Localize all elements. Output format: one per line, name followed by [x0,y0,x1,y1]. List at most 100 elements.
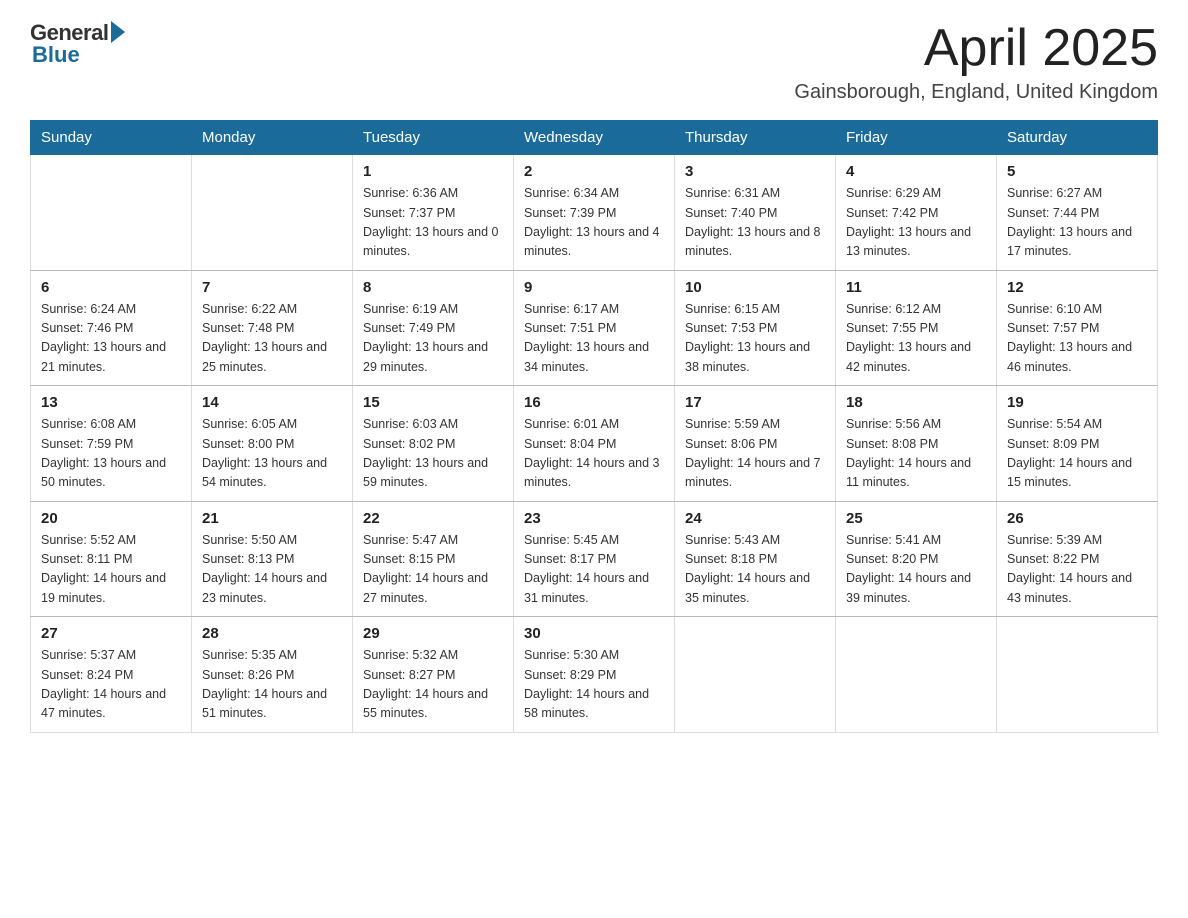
calendar-cell: 30 Sunrise: 5:30 AM Sunset: 8:29 PM Dayli… [514,617,675,733]
day-info: Sunrise: 5:43 AM Sunset: 8:18 PM Dayligh… [685,531,825,609]
calendar-cell: 26 Sunrise: 5:39 AM Sunset: 8:22 PM Dayli… [997,501,1158,617]
logo: General Blue [30,20,125,68]
day-info: Sunrise: 5:52 AM Sunset: 8:11 PM Dayligh… [41,531,181,609]
header-friday: Friday [836,121,997,155]
header-tuesday: Tuesday [353,121,514,155]
calendar-cell [192,155,353,271]
day-info: Sunrise: 6:27 AM Sunset: 7:44 PM Dayligh… [1007,184,1147,262]
day-info: Sunrise: 6:05 AM Sunset: 8:00 PM Dayligh… [202,415,342,493]
day-number: 28 [202,625,342,642]
day-info: Sunrise: 5:39 AM Sunset: 8:22 PM Dayligh… [1007,531,1147,609]
day-number: 12 [1007,279,1147,296]
day-number: 23 [524,510,664,527]
calendar-cell: 6 Sunrise: 6:24 AM Sunset: 7:46 PM Daylig… [31,270,192,386]
day-number: 7 [202,279,342,296]
calendar-cell: 14 Sunrise: 6:05 AM Sunset: 8:00 PM Dayli… [192,386,353,502]
day-info: Sunrise: 6:15 AM Sunset: 7:53 PM Dayligh… [685,300,825,378]
day-number: 9 [524,279,664,296]
day-number: 30 [524,625,664,642]
calendar-cell: 15 Sunrise: 6:03 AM Sunset: 8:02 PM Dayli… [353,386,514,502]
day-number: 20 [41,510,181,527]
calendar-cell [836,617,997,733]
month-title: April 2025 [794,20,1158,77]
day-number: 4 [846,163,986,180]
calendar-cell: 18 Sunrise: 5:56 AM Sunset: 8:08 PM Dayli… [836,386,997,502]
calendar-table: SundayMondayTuesdayWednesdayThursdayFrid… [30,120,1158,733]
day-info: Sunrise: 6:24 AM Sunset: 7:46 PM Dayligh… [41,300,181,378]
calendar-cell: 28Sunrise: 5:35 AM Sunset: 8:26 PM Dayli… [192,617,353,733]
day-number: 27 [41,625,181,642]
header-monday: Monday [192,121,353,155]
day-info: Sunrise: 6:17 AM Sunset: 7:51 PM Dayligh… [524,300,664,378]
day-number: 11 [846,279,986,296]
calendar-cell: 17 Sunrise: 5:59 AM Sunset: 8:06 PM Dayli… [675,386,836,502]
calendar-week-row: 20 Sunrise: 5:52 AM Sunset: 8:11 PM Dayli… [31,501,1158,617]
header-saturday: Saturday [997,121,1158,155]
calendar-header-row: SundayMondayTuesdayWednesdayThursdayFrid… [31,121,1158,155]
day-info: Sunrise: 5:45 AM Sunset: 8:17 PM Dayligh… [524,531,664,609]
calendar-cell: 27 Sunrise: 5:37 AM Sunset: 8:24 PM Dayli… [31,617,192,733]
day-number: 3 [685,163,825,180]
calendar-cell: 13Sunrise: 6:08 AM Sunset: 7:59 PM Dayli… [31,386,192,502]
day-info: Sunrise: 5:41 AM Sunset: 8:20 PM Dayligh… [846,531,986,609]
calendar-cell [31,155,192,271]
day-number: 2 [524,163,664,180]
calendar-cell [675,617,836,733]
day-number: 18 [846,394,986,411]
calendar-cell: 25 Sunrise: 5:41 AM Sunset: 8:20 PM Dayli… [836,501,997,617]
day-info: Sunrise: 6:34 AM Sunset: 7:39 PM Dayligh… [524,184,664,262]
day-number: 24 [685,510,825,527]
calendar-cell: 23 Sunrise: 5:45 AM Sunset: 8:17 PM Dayli… [514,501,675,617]
day-number: 25 [846,510,986,527]
day-info: Sunrise: 6:29 AM Sunset: 7:42 PM Dayligh… [846,184,986,262]
location-title: Gainsborough, England, United Kingdom [794,81,1158,104]
day-number: 6 [41,279,181,296]
calendar-cell: 12 Sunrise: 6:10 AM Sunset: 7:57 PM Dayli… [997,270,1158,386]
day-number: 21 [202,510,342,527]
day-number: 29 [363,625,503,642]
calendar-cell: 21 Sunrise: 5:50 AM Sunset: 8:13 PM Dayli… [192,501,353,617]
calendar-cell: 1 Sunrise: 6:36 AM Sunset: 7:37 PM Daylig… [353,155,514,271]
calendar-cell: 10Sunrise: 6:15 AM Sunset: 7:53 PM Dayli… [675,270,836,386]
calendar-week-row: 27 Sunrise: 5:37 AM Sunset: 8:24 PM Dayli… [31,617,1158,733]
calendar-cell: 19Sunrise: 5:54 AM Sunset: 8:09 PM Dayli… [997,386,1158,502]
day-number: 1 [363,163,503,180]
day-info: Sunrise: 6:10 AM Sunset: 7:57 PM Dayligh… [1007,300,1147,378]
calendar-cell: 29 Sunrise: 5:32 AM Sunset: 8:27 PM Dayli… [353,617,514,733]
day-info: Sunrise: 5:37 AM Sunset: 8:24 PM Dayligh… [41,646,181,724]
day-info: Sunrise: 5:56 AM Sunset: 8:08 PM Dayligh… [846,415,986,493]
day-info: Sunrise: 6:01 AM Sunset: 8:04 PM Dayligh… [524,415,664,493]
page-header: General Blue April 2025 Gainsborough, En… [30,20,1158,104]
day-info: Sunrise: 6:31 AM Sunset: 7:40 PM Dayligh… [685,184,825,262]
day-number: 19 [1007,394,1147,411]
calendar-cell: 4 Sunrise: 6:29 AM Sunset: 7:42 PM Daylig… [836,155,997,271]
day-info: Sunrise: 5:30 AM Sunset: 8:29 PM Dayligh… [524,646,664,724]
calendar-cell: 5 Sunrise: 6:27 AM Sunset: 7:44 PM Daylig… [997,155,1158,271]
calendar-week-row: 13Sunrise: 6:08 AM Sunset: 7:59 PM Dayli… [31,386,1158,502]
day-info: Sunrise: 6:12 AM Sunset: 7:55 PM Dayligh… [846,300,986,378]
day-info: Sunrise: 5:50 AM Sunset: 8:13 PM Dayligh… [202,531,342,609]
day-info: Sunrise: 5:59 AM Sunset: 8:06 PM Dayligh… [685,415,825,493]
calendar-cell: 8 Sunrise: 6:19 AM Sunset: 7:49 PM Daylig… [353,270,514,386]
calendar-cell: 9 Sunrise: 6:17 AM Sunset: 7:51 PM Daylig… [514,270,675,386]
day-info: Sunrise: 6:03 AM Sunset: 8:02 PM Dayligh… [363,415,503,493]
day-info: Sunrise: 6:36 AM Sunset: 7:37 PM Dayligh… [363,184,503,262]
day-info: Sunrise: 6:22 AM Sunset: 7:48 PM Dayligh… [202,300,342,378]
calendar-cell: 2 Sunrise: 6:34 AM Sunset: 7:39 PM Daylig… [514,155,675,271]
calendar-cell: 7 Sunrise: 6:22 AM Sunset: 7:48 PM Daylig… [192,270,353,386]
calendar-cell: 3 Sunrise: 6:31 AM Sunset: 7:40 PM Daylig… [675,155,836,271]
day-number: 15 [363,394,503,411]
calendar-cell: 22Sunrise: 5:47 AM Sunset: 8:15 PM Dayli… [353,501,514,617]
header-thursday: Thursday [675,121,836,155]
calendar-cell: 16Sunrise: 6:01 AM Sunset: 8:04 PM Dayli… [514,386,675,502]
day-info: Sunrise: 5:32 AM Sunset: 8:27 PM Dayligh… [363,646,503,724]
calendar-cell: 20 Sunrise: 5:52 AM Sunset: 8:11 PM Dayli… [31,501,192,617]
title-area: April 2025 Gainsborough, England, United… [794,20,1158,104]
day-number: 5 [1007,163,1147,180]
day-number: 26 [1007,510,1147,527]
day-number: 8 [363,279,503,296]
day-number: 17 [685,394,825,411]
day-info: Sunrise: 6:19 AM Sunset: 7:49 PM Dayligh… [363,300,503,378]
day-number: 14 [202,394,342,411]
day-info: Sunrise: 6:08 AM Sunset: 7:59 PM Dayligh… [41,415,181,493]
